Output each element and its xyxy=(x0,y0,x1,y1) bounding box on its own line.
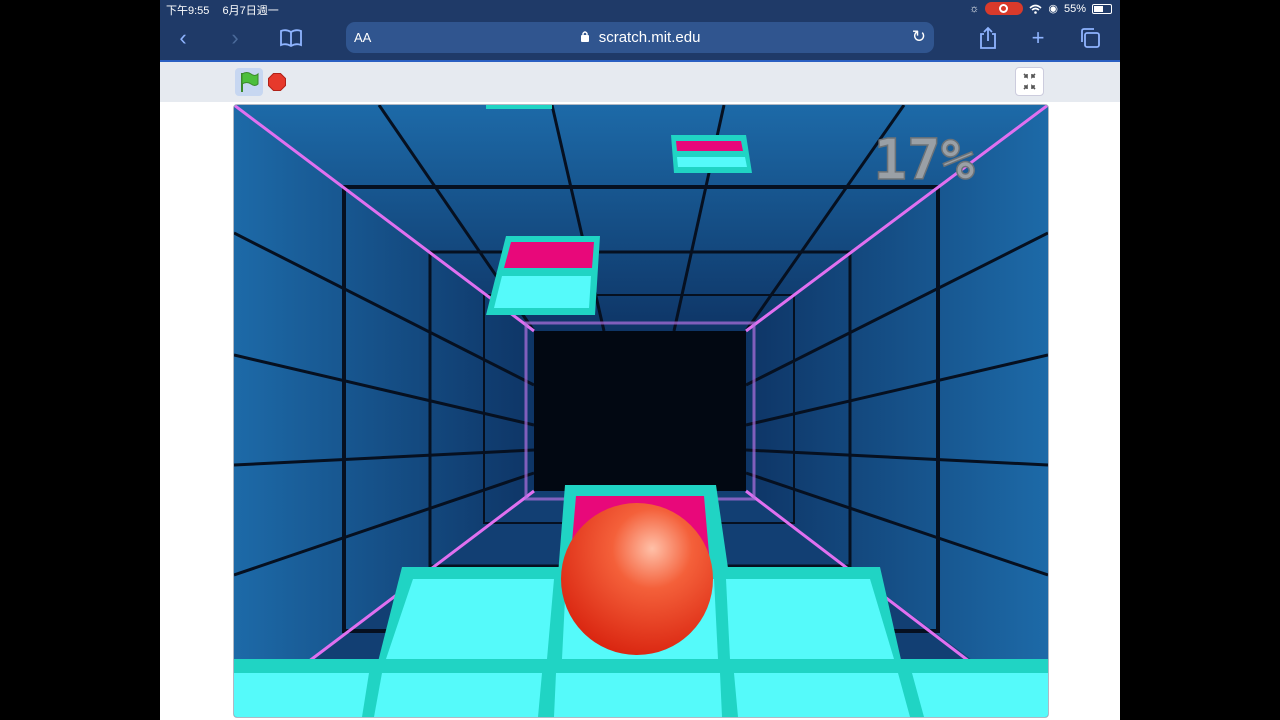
address-bar[interactable]: AA scratch.mit.edu ↻ xyxy=(346,22,934,53)
tabs-icon[interactable] xyxy=(1075,23,1105,53)
battery-percent: 55% xyxy=(1063,2,1086,15)
stop-icon xyxy=(268,73,286,91)
exit-fullscreen-icon xyxy=(1023,73,1036,90)
screen-recording-icon xyxy=(985,2,1024,15)
tunnel-scene: 17% xyxy=(234,105,1048,717)
progress-percent: 17% xyxy=(873,128,974,193)
url-text: scratch.mit.edu xyxy=(598,29,701,46)
ipad-screen: 下午9:55 6月7日週一 ☼ ◉ 55% ‹ › AA scratch.mit… xyxy=(160,0,1120,720)
game-stage[interactable]: 17% xyxy=(233,104,1049,718)
floating-tile-small xyxy=(671,135,752,173)
tunnel-end xyxy=(534,331,746,491)
plus-icon[interactable]: + xyxy=(1023,23,1053,53)
exit-fullscreen-button[interactable] xyxy=(1015,67,1044,96)
status-bar: 下午9:55 6月7日週一 ☼ ◉ 55% xyxy=(160,0,1120,18)
reload-icon[interactable]: ↻ xyxy=(912,27,926,47)
scratch-controls xyxy=(160,62,1120,102)
far-tile xyxy=(486,105,552,109)
lock-icon xyxy=(580,31,589,42)
green-flag-button[interactable] xyxy=(235,68,263,96)
bookmarks-icon[interactable] xyxy=(276,23,306,53)
forward-chevron-icon[interactable]: › xyxy=(220,23,250,53)
safari-toolbar: ‹ › AA scratch.mit.edu ↻ + xyxy=(160,18,1120,60)
battery-icon xyxy=(1092,3,1112,14)
stop-button[interactable] xyxy=(268,73,286,91)
floating-tile-large xyxy=(486,236,600,315)
brightness-icon: ☼ xyxy=(969,2,980,15)
back-chevron-icon[interactable]: ‹ xyxy=(168,23,198,53)
share-icon[interactable] xyxy=(973,23,1003,53)
location-lock-icon: ◉ xyxy=(1048,3,1058,15)
status-time: 下午9:55 xyxy=(166,5,210,17)
wifi-icon xyxy=(1029,4,1042,14)
player-ball xyxy=(561,503,713,655)
green-flag-icon xyxy=(241,72,259,92)
status-date: 6月7日週一 xyxy=(222,5,279,17)
